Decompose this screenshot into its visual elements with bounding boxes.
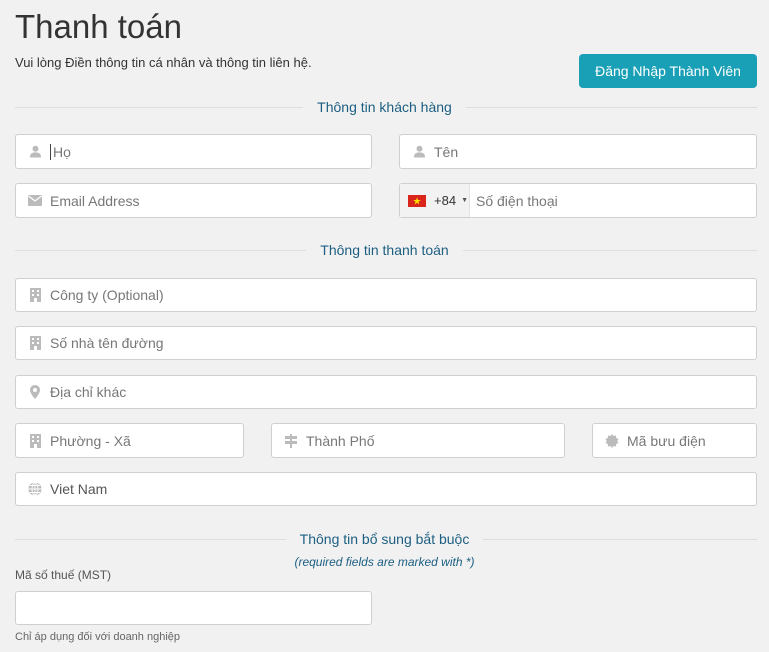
company-placeholder: Công ty (Optional) — [50, 287, 164, 303]
first-name-field[interactable]: Họ — [15, 134, 372, 169]
country-code-selector[interactable]: +84 ▼ — [400, 184, 470, 217]
envelope-icon — [28, 194, 42, 208]
address2-field[interactable]: Địa chỉ khác — [15, 375, 757, 409]
company-field[interactable]: Công ty (Optional) — [15, 278, 757, 312]
city-field[interactable]: Thành Phố — [271, 423, 565, 458]
address-placeholder: Số nhà tên đường — [50, 335, 164, 351]
last-name-field[interactable]: Tên — [399, 134, 757, 169]
address-field[interactable]: Số nhà tên đường — [15, 326, 757, 360]
ward-placeholder: Phường - Xã — [50, 432, 131, 449]
first-name-placeholder: Họ — [53, 143, 71, 160]
additional-section-title: Thông tin bổ sung bắt buộc — [285, 531, 484, 547]
caret-down-icon: ▼ — [461, 197, 468, 204]
building-icon — [28, 336, 42, 350]
required-fields-note: (required fields are marked with *) — [294, 555, 475, 569]
address2-placeholder: Địa chỉ khác — [50, 384, 127, 400]
building-icon — [28, 433, 42, 448]
ward-field[interactable]: Phường - Xã — [15, 423, 244, 458]
page-subtitle: Vui lòng Điền thông tin cá nhân và thông… — [15, 55, 312, 70]
phone-placeholder: Số điện thoại — [476, 192, 558, 209]
user-icon — [412, 145, 426, 159]
country-code: +84 — [434, 193, 457, 208]
customer-section-title: Thông tin khách hàng — [303, 99, 466, 115]
tax-code-hint: Chỉ áp dụng đối với doanh nghiệp — [15, 631, 181, 643]
phone-field[interactable]: +84 ▼ Số điện thoại — [399, 183, 757, 218]
map-marker-icon — [28, 385, 42, 399]
certificate-icon — [605, 433, 619, 448]
country-value: Viet Nam — [50, 481, 108, 497]
tax-code-input[interactable] — [15, 591, 372, 625]
signpost-icon — [284, 433, 298, 448]
member-login-button[interactable]: Đăng Nhập Thành Viên — [579, 54, 757, 88]
user-icon — [28, 145, 42, 159]
postcode-field[interactable]: Mã bưu điện — [592, 423, 757, 458]
vietnam-flag-icon — [408, 194, 426, 207]
last-name-placeholder: Tên — [434, 143, 459, 160]
billing-section-title: Thông tin thanh toán — [306, 242, 463, 258]
globe-icon — [28, 482, 42, 496]
city-placeholder: Thành Phố — [306, 432, 375, 449]
text-cursor — [50, 143, 51, 160]
building-icon — [28, 288, 42, 302]
tax-code-label: Mã số thuế (MST) — [15, 568, 112, 582]
email-placeholder: Email Address — [50, 192, 140, 209]
page-title: Thanh toán — [15, 8, 182, 45]
postcode-placeholder: Mã bưu điện — [627, 432, 706, 449]
country-select[interactable]: Viet Nam — [15, 472, 757, 506]
email-field[interactable]: Email Address — [15, 183, 372, 218]
